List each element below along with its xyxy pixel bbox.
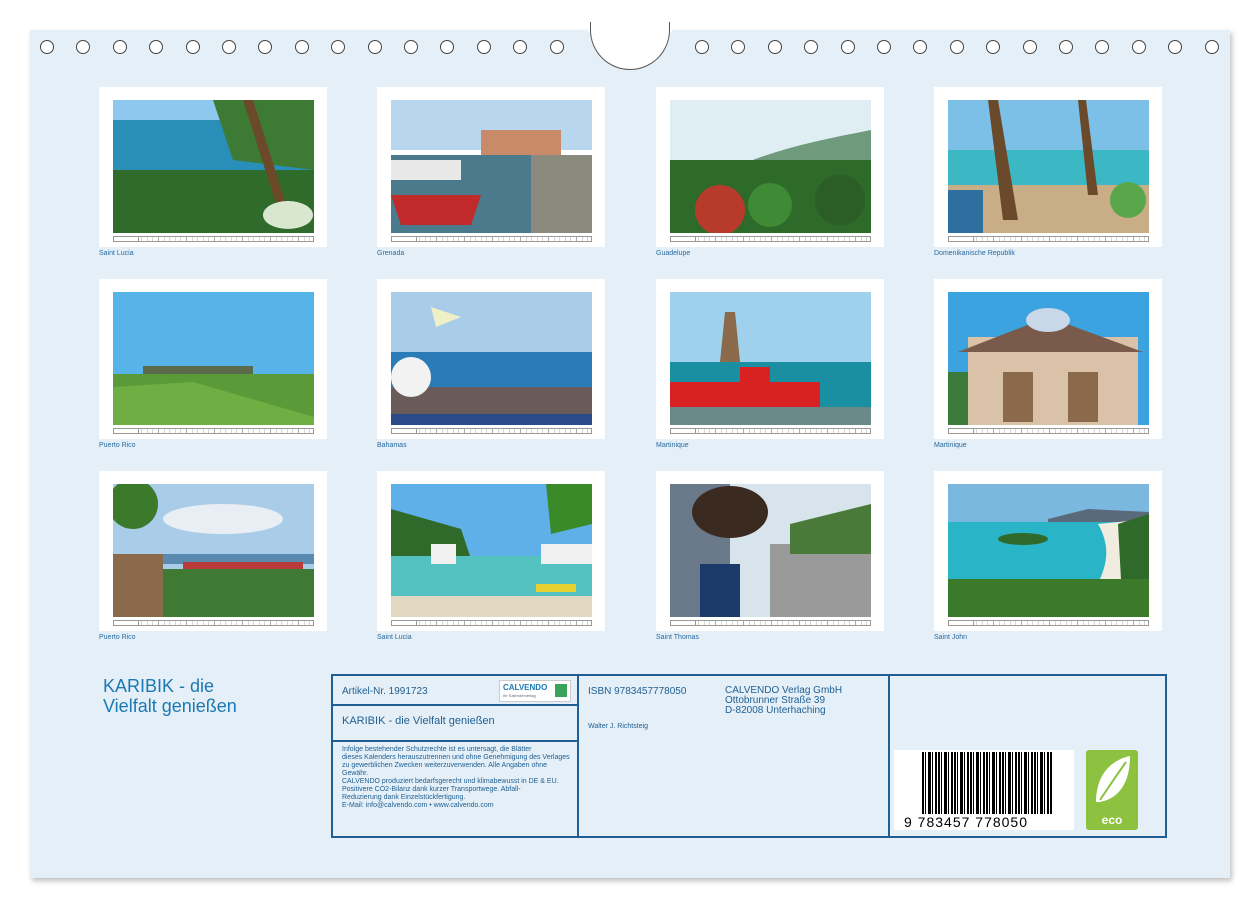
isbn: ISBN 9783457778050: [588, 686, 687, 697]
isbn-barcode: 9 783457 778050: [894, 750, 1074, 830]
thumbnail-photo: [948, 100, 1149, 233]
thumbnail-caption: Grenada: [377, 250, 405, 257]
legal-line: zu gewerblichen Zwecken weiterzuverwende…: [342, 762, 548, 769]
legal-line: E-Mail: info@calvendo.com • www.calvendo…: [342, 802, 494, 809]
month-thumbnail: [656, 279, 884, 439]
calendar-title: KARIBIK - die Vielfalt genießen: [103, 676, 303, 716]
month-thumbnail: [934, 279, 1162, 439]
calendar-day-strip: [113, 428, 314, 434]
month-thumbnail: [656, 471, 884, 631]
month-thumbnail: [377, 87, 605, 247]
thumbnail-caption: Martinique: [656, 442, 689, 449]
title-line-1: KARIBIK - die: [103, 676, 215, 696]
calendar-day-strip: [948, 236, 1149, 242]
thumbnail-photo: [391, 292, 592, 425]
legal-line: Infolge bestehender Schutzrechte ist es …: [342, 746, 532, 753]
legal-line: Positivere CO2-Bilanz dank kurzer Transp…: [342, 786, 521, 793]
month-thumbnail: [377, 471, 605, 631]
binding-ring: [367, 40, 382, 54]
binding-ring: [549, 40, 564, 54]
thumbnail-photo: [391, 484, 592, 617]
leaf-icon: [1096, 756, 1130, 802]
thumbnail-photo: [113, 292, 314, 425]
calendar-day-strip: [670, 428, 871, 434]
month-thumbnail: [377, 279, 605, 439]
binding-ring: [185, 40, 200, 54]
calendar-day-strip: [670, 236, 871, 242]
binding-ring: [949, 40, 964, 54]
legal-line: Reduzierung dank Einzelstückfertigung.: [342, 794, 466, 801]
thumbnail-photo: [670, 292, 871, 425]
thumbnail-caption: Saint Lucia: [99, 250, 134, 257]
thumbnail-caption: Puerto Rico: [99, 634, 136, 641]
thumbnail-caption: Saint Lucia: [377, 634, 412, 641]
calendar-day-strip: [113, 620, 314, 626]
thumbnail-caption: Puerto Rico: [99, 442, 136, 449]
thumbnail-caption: Saint John: [934, 634, 968, 641]
thumbnail-caption: Guadelupe: [656, 250, 691, 257]
publisher-line: D-82008 Unterhaching: [725, 705, 826, 716]
month-thumbnail: [99, 87, 327, 247]
binding-ring: [695, 40, 709, 54]
binding-ring: [222, 40, 236, 54]
binding-ring: [1059, 40, 1073, 54]
thumbnail-photo: [113, 484, 314, 617]
calendar-day-strip: [670, 620, 871, 626]
thumbnail-caption: Domenikanische Republik: [934, 250, 1015, 257]
eco-badge: eco: [1086, 750, 1138, 830]
legal-notice: Infolge bestehender Schutzrechte ist es …: [342, 746, 578, 810]
binding-ring: [840, 40, 855, 54]
legal-line: CALVENDO produziert bedarfsgerecht und k…: [342, 778, 559, 785]
month-thumbnail: [934, 471, 1162, 631]
thumbnail-photo: [670, 100, 871, 233]
binding-ring: [112, 40, 127, 54]
thumbnail-photo: [391, 100, 592, 233]
thumbnail-photo: [948, 484, 1149, 617]
month-thumbnail: [99, 279, 327, 439]
binding-ring: [40, 40, 54, 54]
calvendo-logo: CALVENDO Ihr Kalenderverlag: [499, 680, 571, 702]
binding-ring: [1022, 40, 1037, 54]
title-line-2: Vielfalt genießen: [103, 696, 237, 716]
thumbnail-caption: Martinique: [934, 442, 967, 449]
calendar-day-strip: [948, 620, 1149, 626]
binding-ring: [1204, 40, 1219, 54]
legal-line: dieses Kalenders herauszutrennen und ohn…: [342, 754, 570, 761]
month-thumbnail: [99, 471, 327, 631]
author: Walter J. Richtsteig: [588, 723, 649, 730]
binding-ring: [1131, 40, 1146, 54]
binding-ring: [877, 40, 891, 54]
calendar-day-strip: [948, 428, 1149, 434]
binding-ring: [404, 40, 418, 54]
thumbnail-photo: [670, 484, 871, 617]
thumbnail-caption: Bahamas: [377, 442, 407, 449]
publisher-address: CALVENDO Verlag GmbH Ottobrunner Straße 3…: [725, 686, 842, 716]
calendar-day-strip: [113, 236, 314, 242]
calendar-day-strip: [391, 428, 592, 434]
thumbnail-caption: Saint Thomas: [656, 634, 700, 641]
calendar-day-strip: [391, 620, 592, 626]
info-subtitle: KARIBIK - die Vielfalt genießen: [342, 715, 495, 727]
month-thumbnail: [656, 87, 884, 247]
binding-ring: [294, 40, 309, 54]
binding-ring: [476, 40, 491, 54]
calendar-day-strip: [391, 236, 592, 242]
month-thumbnail: [934, 87, 1162, 247]
thumbnail-photo: [113, 100, 314, 233]
legal-line: Gewähr.: [342, 770, 369, 777]
article-number: Artikel-Nr. 1991723: [342, 686, 428, 697]
barcode-number: 9 783457 778050: [904, 814, 1028, 830]
binding-ring: [767, 40, 782, 54]
thumbnail-photo: [948, 292, 1149, 425]
product-info-box: Artikel-Nr. 1991723 CALVENDO Ihr Kalende…: [331, 674, 1167, 838]
